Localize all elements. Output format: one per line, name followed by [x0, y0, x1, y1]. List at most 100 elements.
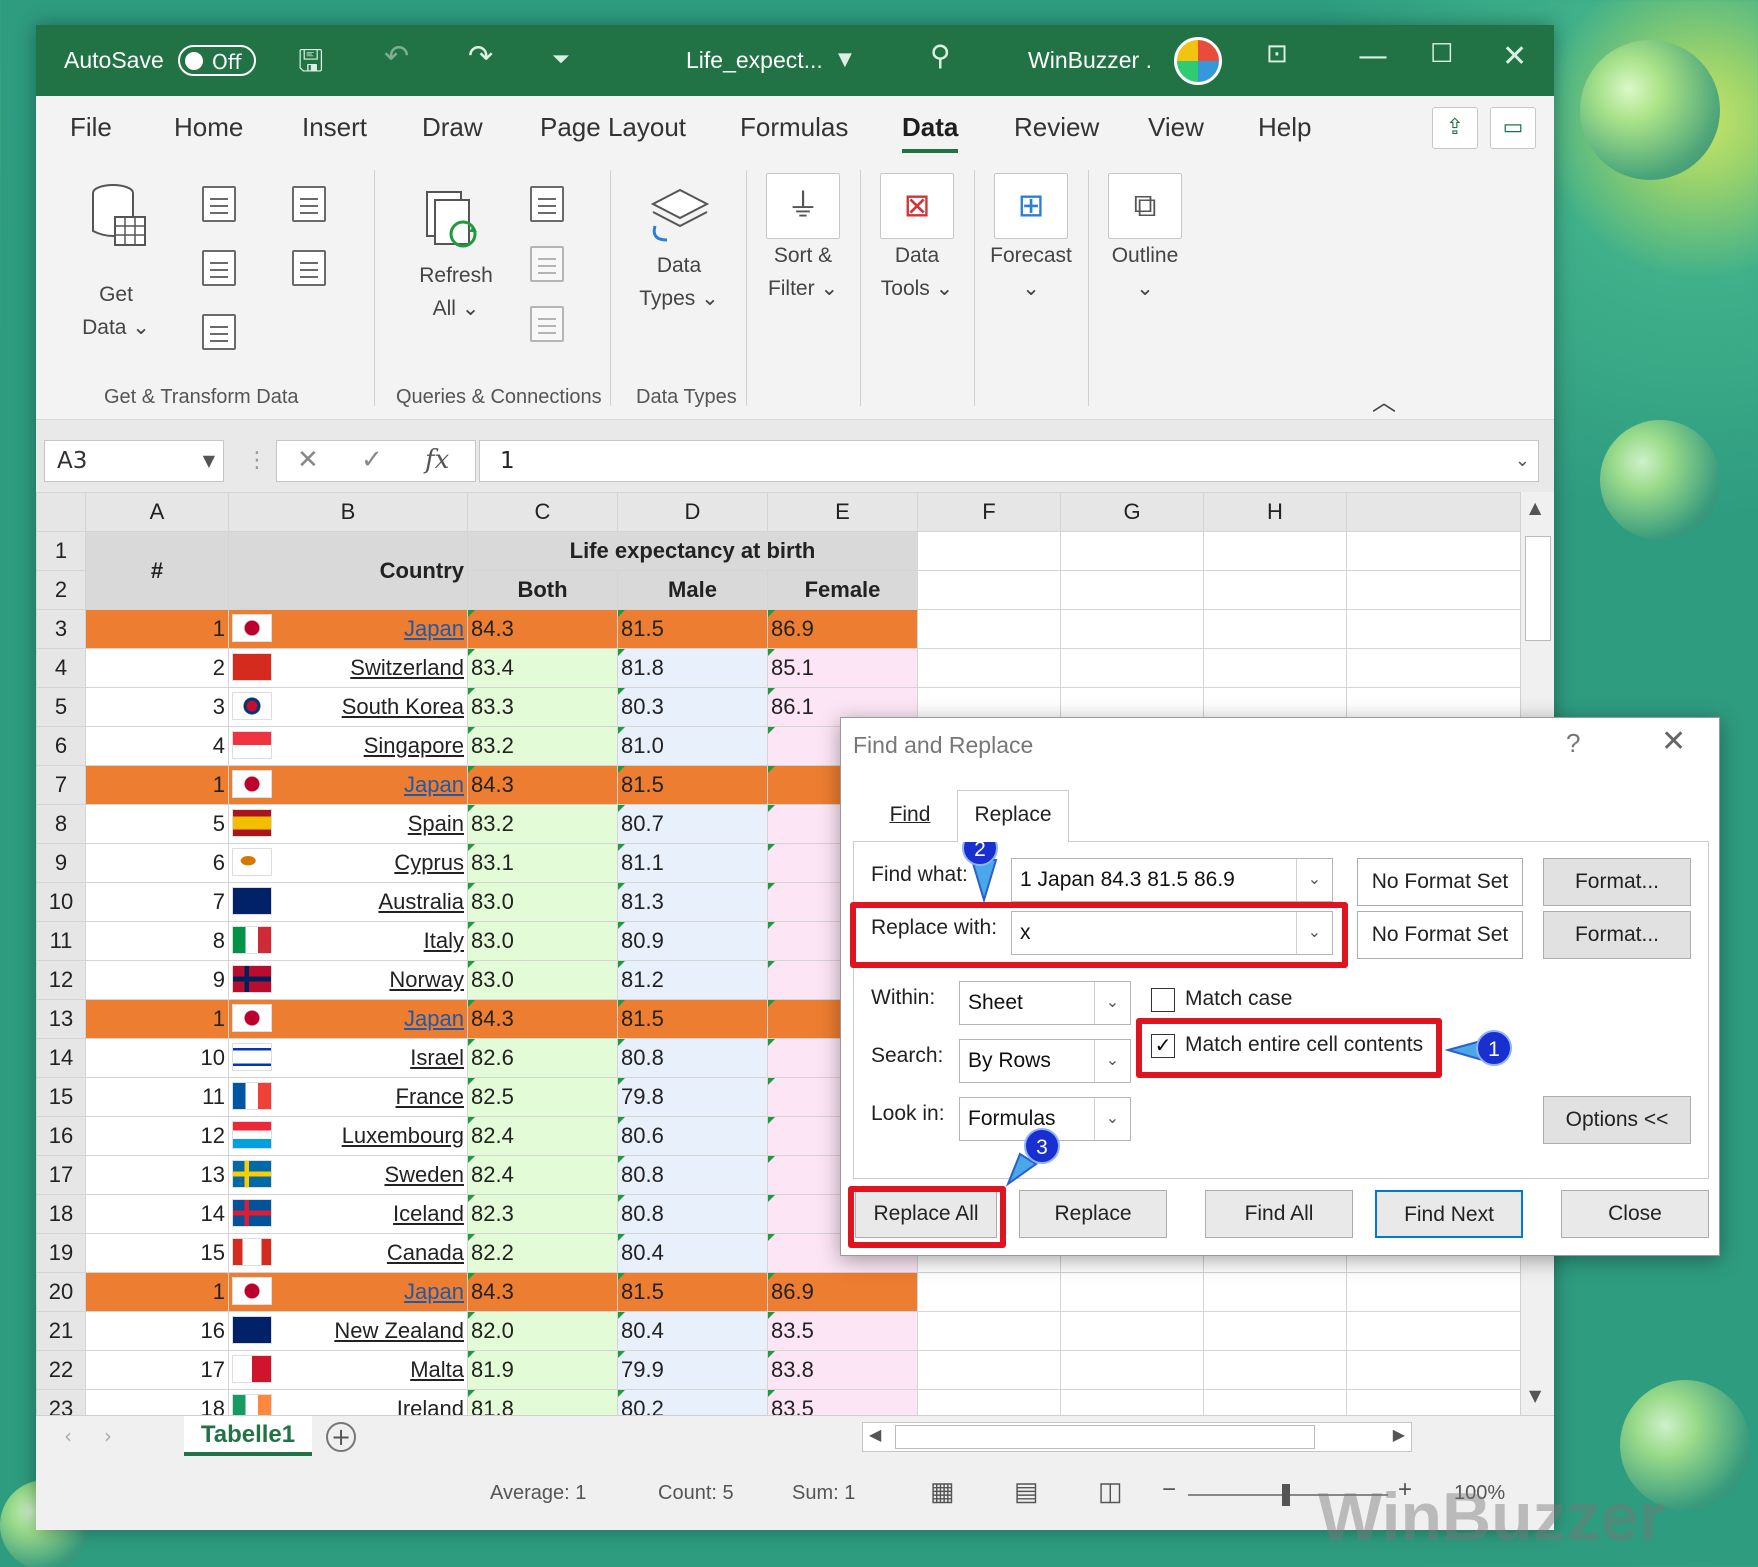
from-table-icon[interactable]	[202, 314, 236, 350]
comments-button[interactable]: ▭	[1490, 107, 1536, 149]
sheet-tab-tabelle1[interactable]: Tabelle1	[184, 1416, 312, 1456]
cell-rank[interactable]: 8	[85, 921, 229, 961]
page-break-view-icon[interactable]: ◫	[1098, 1476, 1123, 1507]
outline-icon[interactable]: ⧉	[1108, 173, 1182, 239]
find-what-input[interactable]: 1 Japan 84.3 81.5 86.9 ⌄	[1011, 858, 1333, 902]
horizontal-scroll-thumb[interactable]	[895, 1425, 1315, 1449]
country-link[interactable]: Italy	[424, 928, 464, 953]
empty-cell[interactable]	[917, 1389, 1061, 1415]
tab-find[interactable]: Find	[875, 803, 945, 827]
cell-male[interactable]: 80.8	[617, 1194, 768, 1234]
lookin-dropdown-icon[interactable]: ⌄	[1094, 1098, 1130, 1140]
properties-icon[interactable]	[530, 246, 564, 282]
save-icon[interactable]: 🖫	[298, 39, 324, 90]
empty-cell[interactable]	[1060, 1350, 1204, 1390]
tab-draw[interactable]: Draw	[422, 112, 483, 143]
cell-male[interactable]: 80.8	[617, 1038, 768, 1078]
undo-icon[interactable]: ↶	[384, 39, 409, 74]
autosave-toggle[interactable]: Off	[178, 45, 256, 76]
cell-rank[interactable]: 6	[85, 843, 229, 883]
find-all-button[interactable]: Find All	[1205, 1190, 1353, 1238]
tab-help[interactable]: Help	[1258, 112, 1311, 143]
cell-both[interactable]: 83.0	[467, 960, 618, 1000]
cell-male[interactable]: 81.8	[617, 648, 768, 688]
country-link[interactable]: Australia	[378, 889, 464, 914]
tab-replace[interactable]: Replace	[957, 790, 1069, 842]
row-header[interactable]: 17	[36, 1155, 86, 1195]
cell-male[interactable]: 80.6	[617, 1116, 768, 1156]
search-dropdown-icon[interactable]: ⌄	[1094, 1040, 1130, 1082]
empty-cell[interactable]	[1346, 570, 1547, 610]
prev-sheet-icon[interactable]: ‹	[64, 1424, 72, 1448]
empty-cell[interactable]	[1346, 648, 1547, 688]
cell-both[interactable]: 83.3	[467, 687, 618, 727]
name-box[interactable]: A3 ▼	[44, 440, 224, 482]
forecast-icon[interactable]: ⊞	[994, 173, 1068, 239]
cell-both[interactable]: 82.4	[467, 1155, 618, 1195]
country-link[interactable]: Norway	[389, 967, 464, 992]
empty-cell[interactable]	[917, 1350, 1061, 1390]
cell-male[interactable]: 81.5	[617, 765, 768, 805]
zoom-slider-thumb[interactable]	[1282, 1484, 1290, 1506]
cell-both[interactable]: 82.6	[467, 1038, 618, 1078]
file-name[interactable]: Life_expect...	[686, 47, 823, 74]
cancel-icon[interactable]: ✕	[297, 445, 319, 475]
country-link[interactable]: Sweden	[384, 1162, 464, 1187]
data-types-icon[interactable]	[648, 186, 712, 250]
country-link[interactable]: Canada	[387, 1240, 464, 1265]
row-header[interactable]: 3	[36, 609, 86, 649]
cell-both[interactable]: 84.3	[467, 1272, 618, 1312]
row-header[interactable]: 14	[36, 1038, 86, 1078]
scroll-right-icon[interactable]: ▶	[1393, 1425, 1405, 1444]
help-button[interactable]: ?	[1566, 728, 1580, 759]
row-header[interactable]: 20	[36, 1272, 86, 1312]
cell-male[interactable]: 80.4	[617, 1233, 768, 1273]
cell-country[interactable]: Australia	[228, 882, 468, 922]
cell-rank[interactable]: 14	[85, 1194, 229, 1234]
header-both[interactable]: Both	[467, 570, 618, 610]
tab-insert[interactable]: Insert	[302, 112, 367, 143]
empty-cell[interactable]	[1203, 609, 1347, 649]
match-case-checkbox[interactable]	[1151, 988, 1175, 1012]
country-link[interactable]: New Zealand	[334, 1318, 464, 1343]
empty-cell[interactable]	[1346, 1350, 1547, 1390]
country-link[interactable]: Iceland	[393, 1201, 464, 1226]
country-link[interactable]: Japan	[404, 1006, 464, 1031]
select-all-corner[interactable]	[36, 492, 86, 532]
empty-cell[interactable]	[1060, 570, 1204, 610]
empty-cell[interactable]	[1346, 609, 1547, 649]
cell-rank[interactable]: 9	[85, 960, 229, 1000]
edit-links-icon[interactable]	[530, 306, 564, 342]
row-header[interactable]: 6	[36, 726, 86, 766]
empty-cell[interactable]	[1060, 1272, 1204, 1312]
refresh-all-icon[interactable]	[422, 188, 482, 258]
cell-rank[interactable]: 7	[85, 882, 229, 922]
cell-rank[interactable]: 1	[85, 1272, 229, 1312]
empty-cell[interactable]	[1060, 1311, 1204, 1351]
row-header[interactable]: 18	[36, 1194, 86, 1234]
cell-both[interactable]: 81.8	[467, 1389, 618, 1415]
tab-review[interactable]: Review	[1014, 112, 1099, 143]
user-avatar[interactable]	[1174, 37, 1222, 85]
column-header-c[interactable]: C	[467, 492, 618, 532]
existing-connections-icon[interactable]	[292, 250, 326, 286]
cell-male[interactable]: 80.3	[617, 687, 768, 727]
header-country[interactable]: Country	[228, 531, 468, 610]
empty-cell[interactable]	[917, 531, 1061, 571]
sort-filter-button[interactable]: Sort & Filter ⌄	[750, 239, 856, 305]
cell-both[interactable]: 83.2	[467, 726, 618, 766]
cell-female[interactable]: 85.1	[767, 648, 918, 688]
header-life-expectancy[interactable]: Life expectancy at birth	[467, 531, 918, 571]
cell-rank[interactable]: 5	[85, 804, 229, 844]
column-header-e[interactable]: E	[767, 492, 918, 532]
next-sheet-icon[interactable]: ›	[104, 1424, 112, 1448]
empty-cell[interactable]	[1060, 609, 1204, 649]
country-link[interactable]: South Korea	[342, 694, 464, 719]
cell-country[interactable]: Sweden	[228, 1155, 468, 1195]
cell-female[interactable]: 86.9	[767, 609, 918, 649]
empty-cell[interactable]	[917, 1311, 1061, 1351]
cell-both[interactable]: 83.4	[467, 648, 618, 688]
share-button[interactable]: ⇪	[1432, 107, 1478, 149]
close-icon[interactable]: ✕	[1502, 39, 1527, 74]
recent-sources-icon[interactable]	[292, 186, 326, 222]
